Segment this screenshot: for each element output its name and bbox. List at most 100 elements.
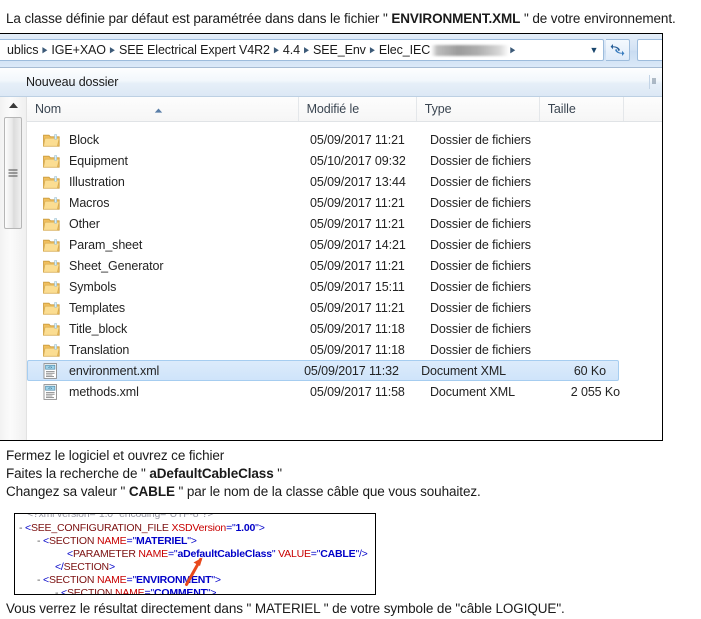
- row-type-cell: Dossier de fichiers: [430, 342, 531, 357]
- row-type-cell: Dossier de fichiers: [430, 258, 531, 273]
- row-modified-cell: 05/09/2017 15:11: [310, 279, 405, 294]
- step-3-prefix: Changez sa valeur ": [6, 484, 129, 499]
- row-modified-cell: 05/09/2017 11:58: [310, 384, 405, 399]
- table-row[interactable]: Illustration 05/09/2017 13:44 Dossier de f…: [27, 171, 662, 192]
- row-modified-cell: 05/09/2017 11:21: [310, 258, 405, 273]
- row-modified-cell: 05/09/2017 11:21: [310, 195, 405, 210]
- row-modified-cell: 05/09/2017 11:18: [310, 342, 405, 357]
- scrollbar-thumb[interactable]: [4, 117, 22, 229]
- refresh-icon[interactable]: [606, 39, 630, 61]
- table-row[interactable]: Macros 05/09/2017 11:21 Dossier de fichier…: [27, 192, 662, 213]
- row-size-cell: 60 Ko: [573, 363, 606, 378]
- intro-prefix-text: La classe définie par défaut est paramét…: [6, 11, 392, 26]
- row-type-cell: Document XML: [421, 363, 507, 378]
- table-row[interactable]: Symbols 05/09/2017 15:11 Dossier de fichie…: [27, 276, 662, 297]
- row-name-cell: <> methods.xml: [27, 383, 302, 400]
- step-2-suffix: ": [273, 466, 282, 481]
- row-type-cell: Dossier de fichiers: [430, 321, 531, 336]
- row-name-cell: Templates: [27, 300, 302, 316]
- row-name-label: Param_sheet: [69, 237, 143, 252]
- scrollbar-grip-icon: [8, 169, 18, 177]
- column-header-name[interactable]: Nom: [27, 97, 298, 121]
- table-row[interactable]: Translation 05/09/2017 11:18 Dossier de fi…: [27, 339, 662, 360]
- outro-instruction-line: Vous verrez le résultat directement dans…: [6, 601, 565, 616]
- table-row[interactable]: Sheet_Generator 05/09/2017 11:21 Dossier d…: [27, 255, 662, 276]
- step-line-3: Changez sa valeur " CABLE " par le nom d…: [6, 484, 481, 499]
- row-name-cell: Macros: [27, 195, 302, 211]
- row-modified-cell: 05/10/2017 09:32: [310, 153, 406, 168]
- scroll-up-arrow-icon[interactable]: [0, 97, 26, 114]
- row-name-cell: Illustration: [27, 174, 302, 190]
- folder-icon: [43, 321, 63, 337]
- breadcrumb-separator-icon: ▸: [273, 43, 279, 57]
- vertical-scrollbar[interactable]: [0, 97, 27, 440]
- folder-icon: [43, 342, 63, 358]
- folder-icon: [43, 153, 63, 169]
- table-row[interactable]: Block 05/09/2017 11:21 Dossier de fichiers: [27, 129, 662, 150]
- breadcrumb-address-box[interactable]: ublics ▸ IGE+XAO ▸ SEE Electrical Expert…: [0, 39, 604, 61]
- xml-attr-name: NAME: [114, 587, 145, 595]
- xml-attr-xsdversion: XSDVersion: [171, 522, 227, 534]
- table-row[interactable]: Templates 05/09/2017 11:21 Dossier de fich…: [27, 297, 662, 318]
- row-type-cell: Document XML: [430, 384, 515, 399]
- breadcrumb-item-3[interactable]: 4.4: [280, 42, 303, 58]
- table-row[interactable]: <> methods.xml 05/09/2017 11:58 Document XM…: [27, 381, 662, 402]
- row-name-label: methods.xml: [69, 384, 139, 399]
- table-row[interactable]: <> environment.xml 05/09/2017 11:32 Documen…: [27, 360, 619, 381]
- overflow-chevron-icon[interactable]: [649, 75, 659, 89]
- breadcrumb-item-4[interactable]: SEE_Env: [310, 42, 369, 58]
- row-modified-cell: 05/09/2017 13:44: [310, 174, 406, 189]
- row-type-cell: Dossier de fichiers: [430, 132, 531, 147]
- folder-icon: [43, 216, 63, 232]
- column-header-modified[interactable]: Modifié le: [297, 97, 416, 121]
- step-2-bold-parameter: aDefaultCableClass: [149, 466, 274, 481]
- row-modified-cell: 05/09/2017 11:21: [310, 300, 405, 315]
- row-name-cell: Other: [27, 216, 302, 232]
- xml-attr-name: NAME: [138, 548, 168, 560]
- table-row[interactable]: Param_sheet 05/09/2017 14:21 Dossier de fi…: [27, 234, 662, 255]
- breadcrumb-separator-icon: ▸: [304, 43, 310, 57]
- column-header-name-label: Nom: [35, 102, 62, 116]
- file-list-main: Nom Modifié le Type Taille Block 05/09/20…: [27, 97, 662, 440]
- row-name-label: Block: [69, 132, 100, 147]
- intro-instruction-line: La classe définie par défaut est paramét…: [6, 11, 676, 26]
- file-list-area: Nom Modifié le Type Taille Block 05/09/20…: [0, 97, 662, 440]
- column-header-type[interactable]: Type: [415, 97, 539, 121]
- breadcrumb: ublics ▸ IGE+XAO ▸ SEE Electrical Expert…: [4, 42, 585, 58]
- table-row[interactable]: Equipment 05/10/2017 09:32 Dossier de fich…: [27, 150, 662, 171]
- breadcrumb-separator-icon: ▸: [109, 43, 115, 57]
- row-name-cell: Sheet_Generator: [27, 258, 302, 274]
- row-name-cell: Param_sheet: [27, 237, 302, 253]
- breadcrumb-item-2[interactable]: SEE Electrical Expert V4R2: [116, 42, 273, 58]
- row-type-cell: Dossier de fichiers: [430, 216, 531, 231]
- row-modified-cell: 05/09/2017 11:32: [304, 363, 399, 378]
- breadcrumb-redacted-region: [431, 44, 510, 56]
- search-input[interactable]: [637, 39, 662, 61]
- row-name-label: Sheet_Generator: [69, 258, 164, 273]
- folder-icon: [43, 174, 63, 190]
- breadcrumb-item-1[interactable]: IGE+XAO: [48, 42, 109, 58]
- row-name-label: Macros: [69, 195, 110, 210]
- row-name-cell: Equipment: [27, 153, 302, 169]
- file-explorer-window: ublics ▸ IGE+XAO ▸ SEE Electrical Expert…: [0, 33, 663, 441]
- row-modified-cell: 05/09/2017 11:21: [310, 132, 405, 147]
- breadcrumb-item-5[interactable]: Elec_IEC: [376, 42, 433, 58]
- xml-value-parameter-value: CABLE: [320, 548, 356, 560]
- folder-icon: [43, 195, 63, 211]
- table-row[interactable]: Other 05/09/2017 11:21 Dossier de fichiers: [27, 213, 662, 234]
- breadcrumb-separator-icon: ▸: [42, 43, 48, 57]
- xml-line-section-close: </SECTION>: [55, 561, 115, 573]
- folder-icon: [43, 237, 63, 253]
- breadcrumb-item-0[interactable]: ublics: [4, 42, 41, 58]
- red-arrow-annotation-icon: [178, 557, 206, 589]
- row-type-cell: Dossier de fichiers: [430, 195, 531, 210]
- xml-tag-section: SECTION: [48, 574, 95, 586]
- column-header-size[interactable]: Taille: [538, 97, 623, 121]
- xml-tag-parameter: PARAMETER: [72, 548, 136, 560]
- folder-icon: [43, 132, 63, 148]
- new-folder-button[interactable]: Nouveau dossier: [18, 72, 126, 92]
- address-bar: ublics ▸ IGE+XAO ▸ SEE Electrical Expert…: [0, 34, 662, 68]
- chevron-down-icon[interactable]: ▼: [585, 45, 603, 55]
- table-row[interactable]: Title_block 05/09/2017 11:18 Dossier de fi…: [27, 318, 662, 339]
- xml-file-icon: <>: [43, 383, 63, 400]
